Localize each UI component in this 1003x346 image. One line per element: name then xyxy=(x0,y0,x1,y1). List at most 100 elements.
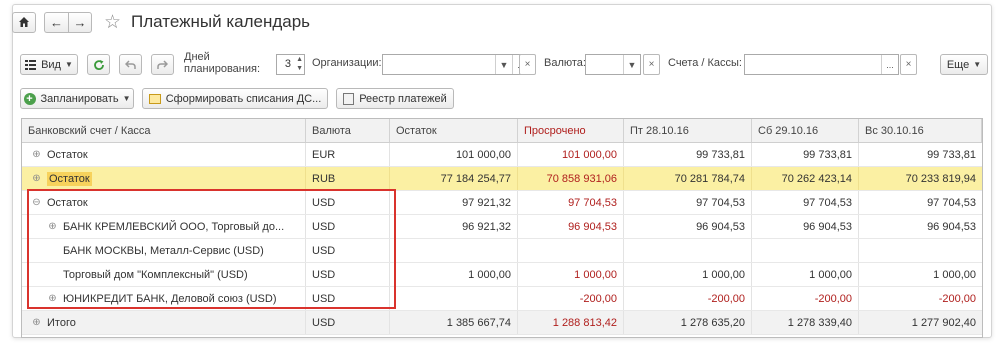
column-header-date-1[interactable]: Пт 28.10.16 xyxy=(624,119,752,142)
days-planning-stepper[interactable]: 3 ▲ ▼ xyxy=(276,54,305,75)
table-row[interactable]: БАНК МОСКВЫ, Металл-Сервис (USD) USD xyxy=(22,239,982,263)
overdue-cell: 70 858 931,06 xyxy=(518,167,624,190)
column-header-balance[interactable]: Остаток xyxy=(390,119,518,142)
balance-cell: 101 000,00 xyxy=(390,143,518,166)
date-1-cell: 1 278 635,20 xyxy=(624,311,752,334)
balance-cell: 77 184 254,77 xyxy=(390,167,518,190)
days-label-line1: Дней xyxy=(184,51,210,63)
column-header-currency[interactable]: Валюта xyxy=(306,119,390,142)
generate-writeoffs-button[interactable]: Сформировать списания ДС... xyxy=(142,88,328,109)
currency-label: Валюта: xyxy=(544,57,586,69)
date-2-cell: 97 704,53 xyxy=(752,191,859,214)
overdue-cell: 1 000,00 xyxy=(518,263,624,286)
date-3-cell: 70 233 819,94 xyxy=(905,172,976,185)
account-name: Остаток xyxy=(47,148,88,161)
payments-registry-label: Реестр платежей xyxy=(359,92,447,105)
balance-cell: 97 921,32 xyxy=(390,191,518,214)
navigation-group: ← → xyxy=(44,11,92,33)
organizations-field[interactable]: ▼ ... xyxy=(382,54,530,75)
accounts-select-button[interactable]: ... xyxy=(881,55,898,74)
date-1-cell: 96 904,53 xyxy=(624,215,752,238)
refresh-button[interactable] xyxy=(87,54,110,75)
table-row-total[interactable]: ⊕ Итого USD 1 385 667,74 1 288 813,42 1 2… xyxy=(22,311,982,335)
currency-field[interactable]: ▼ xyxy=(585,54,641,75)
collapse-icon[interactable]: ⊖ xyxy=(32,197,41,208)
undo-button[interactable] xyxy=(119,54,142,75)
date-2-cell: 1 278 339,40 xyxy=(752,311,859,334)
view-list-icon xyxy=(25,59,37,70)
plus-circle-icon: + xyxy=(23,92,36,105)
overdue-cell xyxy=(518,239,624,262)
favorite-star-icon[interactable]: ☆ xyxy=(104,13,121,32)
expand-icon[interactable]: ⊕ xyxy=(32,149,41,160)
table-row[interactable]: Торговый дом "Комплексный" (USD) USD 1 0… xyxy=(22,263,982,287)
expand-icon[interactable]: ⊕ xyxy=(48,221,57,232)
column-header-account[interactable]: Банковский счет / Касса xyxy=(22,119,306,142)
back-button[interactable]: ← xyxy=(44,11,68,33)
column-header-overdue[interactable]: Просрочено xyxy=(518,119,624,142)
view-button[interactable]: Вид ▼ xyxy=(20,54,78,75)
date-1-cell: 97 704,53 xyxy=(624,191,752,214)
account-cell: БАНК МОСКВЫ, Металл-Сервис (USD) xyxy=(22,239,306,262)
balance-cell xyxy=(390,239,518,262)
account-name: БАНК КРЕМЛЕВСКИЙ ООО, Торговый до... xyxy=(63,220,285,233)
table-row[interactable]: ⊕ БАНК КРЕМЛЕВСКИЙ ООО, Торговый до... US… xyxy=(22,215,982,239)
stepper-arrows-icon[interactable]: ▲ ▼ xyxy=(296,55,303,73)
forward-button[interactable]: → xyxy=(68,11,92,33)
envelope-icon xyxy=(148,93,161,104)
account-cell: Торговый дом "Комплексный" (USD) xyxy=(22,263,306,286)
filter-toolbar: Вид ▼ Дней планирования: 3 ▲ ▼ Организаци… xyxy=(12,51,988,78)
currency-cell: USD xyxy=(306,215,390,238)
payment-calendar-table[interactable]: Банковский счет / Касса Валюта Остаток П… xyxy=(21,118,983,338)
table-row[interactable]: ⊖ Остаток USD 97 921,32 97 704,53 97 704,… xyxy=(22,191,982,215)
view-button-label: Вид xyxy=(41,58,61,71)
organizations-dropdown-icon[interactable]: ▼ xyxy=(495,55,512,74)
date-1-cell: 1 000,00 xyxy=(624,263,752,286)
redo-button[interactable] xyxy=(151,54,174,75)
currency-dropdown-icon[interactable]: ▼ xyxy=(623,55,640,74)
expand-icon[interactable]: ⊕ xyxy=(32,317,41,328)
chevron-down-icon: ▼ xyxy=(973,60,982,69)
balance-cell: 1 000,00 xyxy=(390,263,518,286)
table-row[interactable]: ⊕ Остаток EUR 101 000,00 101 000,00 99 73… xyxy=(22,143,982,167)
table-row-selected[interactable]: ⊕ Остаток RUB 77 184 254,77 70 858 931,06… xyxy=(22,167,982,191)
table-row[interactable]: ⊕ ЮНИКРЕДИТ БАНК, Деловой союз (USD) USD … xyxy=(22,287,982,311)
date-2-cell xyxy=(752,239,859,262)
organizations-clear-button[interactable]: × xyxy=(519,54,536,75)
currency-clear-button[interactable]: × xyxy=(643,54,660,75)
account-cell: ⊕ ЮНИКРЕДИТ БАНК, Деловой союз (USD) xyxy=(22,287,306,310)
generate-writeoffs-label: Сформировать списания ДС... xyxy=(165,92,322,105)
payments-registry-button[interactable]: Реестр платежей xyxy=(336,88,454,109)
title-bar: ← → ☆ Платежный календарь xyxy=(12,10,310,34)
accounts-field[interactable]: ... xyxy=(744,54,899,75)
more-button[interactable]: Еще ▼ xyxy=(940,54,988,75)
date-2-cell: -200,00 xyxy=(752,287,859,310)
account-name: Итого xyxy=(47,316,76,329)
column-header-date-2[interactable]: Сб 29.10.16 xyxy=(752,119,859,142)
column-header-date-3[interactable]: Вс 30.10.16 xyxy=(859,119,982,142)
arrow-left-icon: ← xyxy=(50,14,63,30)
expand-icon[interactable]: ⊕ xyxy=(48,293,57,304)
plan-button[interactable]: + Запланировать ▼ xyxy=(20,88,134,109)
date-2-cell: 96 904,53 xyxy=(752,215,859,238)
date-1-cell: 70 281 784,74 xyxy=(624,167,752,190)
date-3-cell: 97 704,53 xyxy=(927,196,976,209)
date-2-cell: 1 000,00 xyxy=(752,263,859,286)
currency-cell: RUB xyxy=(306,167,390,190)
chevron-down-icon: ▼ xyxy=(64,60,73,69)
date-1-cell: 99 733,81 xyxy=(624,143,752,166)
overdue-cell: -200,00 xyxy=(518,287,624,310)
home-button[interactable] xyxy=(12,11,36,33)
close-icon: × xyxy=(648,59,655,70)
account-cell: ⊕ Итого xyxy=(22,311,306,334)
table-header: Банковский счет / Касса Валюта Остаток П… xyxy=(22,119,982,143)
accounts-clear-button[interactable]: × xyxy=(900,54,917,75)
document-icon xyxy=(343,92,355,105)
overdue-cell: 96 904,53 xyxy=(518,215,624,238)
expand-icon[interactable]: ⊕ xyxy=(32,173,41,184)
account-cell: ⊕ БАНК КРЕМЛЕВСКИЙ ООО, Торговый до... xyxy=(22,215,306,238)
date-3-cell: 99 733,81 xyxy=(927,148,976,161)
date-1-cell: -200,00 xyxy=(624,287,752,310)
page-title: Платежный календарь xyxy=(131,12,311,31)
currency-cell: USD xyxy=(306,191,390,214)
